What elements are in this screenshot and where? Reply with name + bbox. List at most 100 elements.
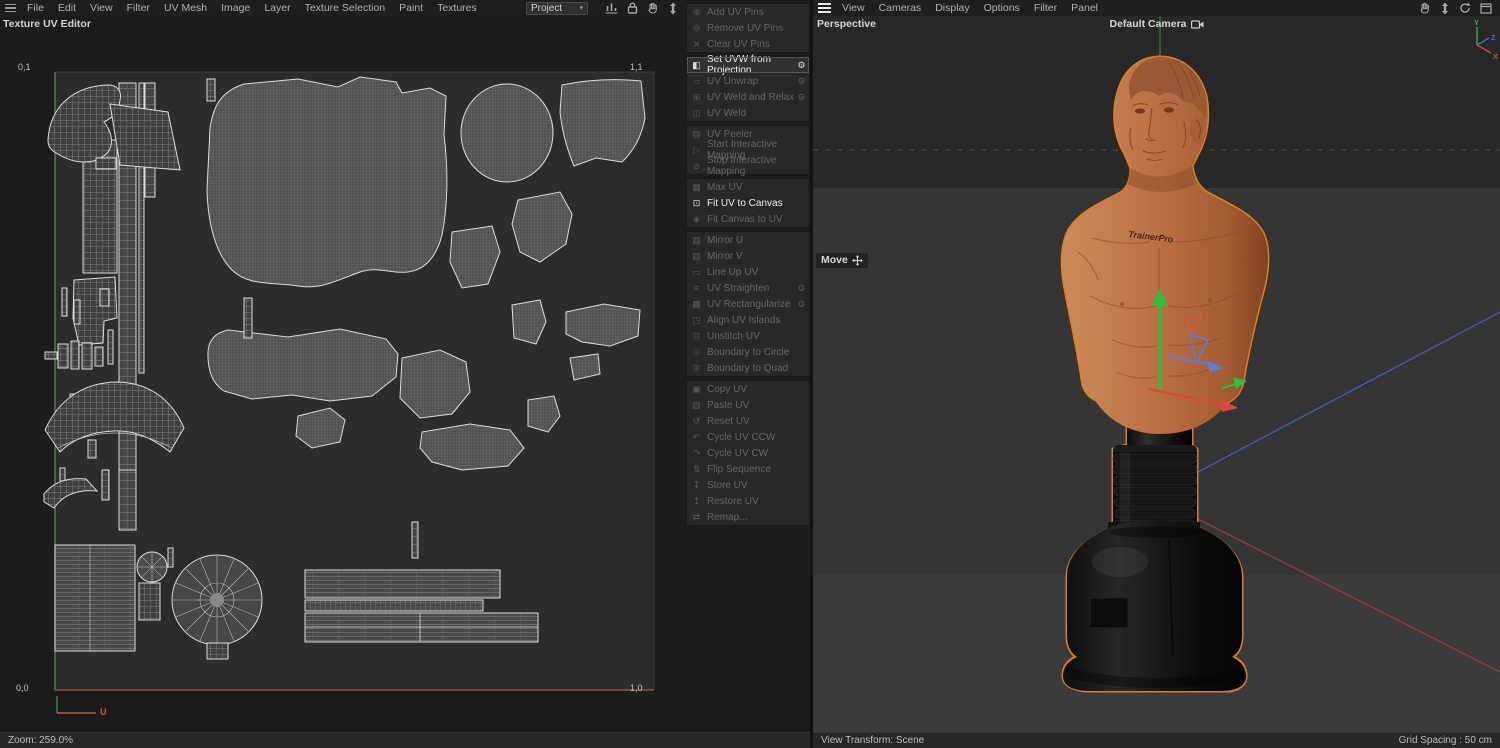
- menu-item-view[interactable]: View: [835, 2, 872, 14]
- cmd-set-uvw-from-projection[interactable]: ◧Set UVW from Projection⚙: [687, 57, 809, 73]
- cmd-label: Remove UV Pins: [703, 23, 807, 34]
- boundary-circle-icon: ⊙: [690, 347, 703, 358]
- viewport-statusbar: View Transform: Scene Grid Spacing : 50 …: [813, 732, 1500, 748]
- cmd-flip-sequence[interactable]: ⇅Flip Sequence: [687, 461, 809, 477]
- cmd-label: Fit Canvas to UV: [703, 214, 807, 225]
- cmd-remove-uv-pins[interactable]: ⊖Remove UV Pins: [687, 20, 809, 36]
- zoom-vertical-icon[interactable]: [1440, 2, 1450, 15]
- pan-vertical-icon[interactable]: [668, 2, 678, 15]
- cmd-label: Paste UV: [703, 400, 807, 411]
- viewport-menu-items: ViewCamerasDisplayOptionsFilterPanel: [835, 2, 1105, 14]
- hamburger-menu-icon[interactable]: [818, 3, 831, 13]
- menu-item-view[interactable]: View: [83, 2, 120, 14]
- cmd-restore-uv[interactable]: ↥Restore UV: [687, 493, 809, 509]
- camera-label[interactable]: Default Camera: [1109, 18, 1203, 30]
- cmd-uv-unwrap[interactable]: ▱UV Unwrap⚙: [687, 73, 809, 89]
- hand-icon[interactable]: [647, 2, 659, 14]
- gear-icon[interactable]: ⚙: [796, 299, 807, 310]
- cmd-add-uv-pins[interactable]: ⊕Add UV Pins: [687, 4, 809, 20]
- lock-icon[interactable]: [627, 2, 638, 14]
- menu-item-edit[interactable]: Edit: [51, 2, 83, 14]
- uv-corner-top-right: 1,1: [630, 62, 643, 72]
- cmd-mirror-u[interactable]: ▥Mirror U: [687, 232, 809, 248]
- cmd-fit-uv-to-canvas[interactable]: ⊡Fit UV to Canvas: [687, 195, 809, 211]
- cmd-paste-uv[interactable]: ▧Paste UV: [687, 397, 809, 413]
- cmd-uv-weld[interactable]: ◫UV Weld: [687, 105, 809, 121]
- store-uv-icon: ↧: [690, 480, 703, 491]
- cmd-boundary-to-circle[interactable]: ⊙Boundary to Circle: [687, 344, 809, 360]
- menu-item-options[interactable]: Options: [977, 2, 1027, 14]
- max-uv-icon: ▦: [690, 182, 703, 193]
- active-tool-label: Move: [816, 253, 868, 268]
- uv-island-torso-front[interactable]: [207, 77, 447, 287]
- cmd-mirror-v[interactable]: ▤Mirror V: [687, 248, 809, 264]
- fit-uv-canvas-icon: ⊡: [690, 198, 703, 209]
- uv-island-torso-back[interactable]: [208, 329, 398, 401]
- menu-item-filter[interactable]: Filter: [1027, 2, 1064, 14]
- cmd-align-uv-islands[interactable]: ◳Align UV Islands: [687, 312, 809, 328]
- cmd-boundary-to-quad[interactable]: ⊞Boundary to Quad: [687, 360, 809, 376]
- chevron-down-icon: ▾: [579, 4, 583, 12]
- line-up-uv-icon: ▭: [690, 267, 703, 278]
- cmd-uv-weld-and-relax[interactable]: ⊞UV Weld and Relax⚙: [687, 89, 809, 105]
- cmd-fit-canvas-to-uv[interactable]: ◈Fit Canvas to UV: [687, 211, 809, 227]
- menu-item-paint[interactable]: Paint: [392, 2, 430, 14]
- menu-item-display[interactable]: Display: [928, 2, 976, 14]
- cmd-label: Line Up UV: [703, 267, 807, 278]
- menu-item-textures[interactable]: Textures: [430, 2, 484, 14]
- menu-item-filter[interactable]: Filter: [120, 2, 157, 14]
- maximize-view-icon[interactable]: [1480, 3, 1492, 14]
- paste-uv-icon: ▧: [690, 400, 703, 411]
- gear-icon[interactable]: ⚙: [796, 76, 807, 87]
- cmd-label: Set UVW from Projection: [703, 54, 796, 76]
- uv-viewport[interactable]: 0,1 1,1 0,0 1,0 U: [0, 30, 686, 732]
- cmd-uv-rectangularize[interactable]: ▦UV Rectangularize⚙: [687, 296, 809, 312]
- gear-icon[interactable]: ⚙: [796, 92, 807, 103]
- cmd-unstitch-uv[interactable]: ⊟Unstitch UV: [687, 328, 809, 344]
- project-dropdown-value: Project: [531, 3, 562, 14]
- cmd-line-up-uv[interactable]: ▭Line Up UV: [687, 264, 809, 280]
- gear-icon[interactable]: ⚙: [796, 283, 807, 294]
- fit-canvas-uv-icon: ◈: [690, 214, 703, 225]
- cmd-label: Unstitch UV: [703, 331, 807, 342]
- set-uvw-projection-icon: ◧: [690, 60, 703, 71]
- menu-item-layer[interactable]: Layer: [257, 2, 297, 14]
- tool-label-text: Move: [821, 254, 848, 266]
- align-islands-icon: ◳: [690, 315, 703, 326]
- uv-corner-bottom-left: 0,0: [16, 683, 29, 693]
- cmd-remap-[interactable]: ⇄Remap...: [687, 509, 809, 525]
- menu-item-cameras[interactable]: Cameras: [872, 2, 929, 14]
- cmd-stop-interactive-mapping[interactable]: ⊘Stop Interactive Mapping: [687, 158, 809, 174]
- uv-island-ring-strip[interactable]: [305, 570, 500, 598]
- uv-island-head-top[interactable]: [461, 84, 553, 182]
- orbit-icon[interactable]: [1459, 2, 1471, 14]
- cmd-cycle-uv-ccw[interactable]: ↶Cycle UV CCW: [687, 429, 809, 445]
- uv-command-panel: ⊕Add UV Pins⊖Remove UV Pins✕Clear UV Pin…: [686, 0, 810, 748]
- viewport-3d[interactable]: TrainerPro: [813, 16, 1500, 732]
- uv-island-striped-sheet[interactable]: [55, 545, 135, 651]
- uv-editor-menubar: FileEditViewFilterUV MeshImageLayerTextu…: [0, 0, 686, 16]
- cmd-clear-uv-pins[interactable]: ✕Clear UV Pins: [687, 36, 809, 52]
- cmd-cycle-uv-cw[interactable]: ↷Cycle UV CW: [687, 445, 809, 461]
- project-dropdown[interactable]: Project ▾: [526, 2, 588, 15]
- cmd-label: UV Weld and Relax: [703, 92, 796, 103]
- menu-item-image[interactable]: Image: [214, 2, 257, 14]
- gear-icon[interactable]: ⚙: [796, 60, 807, 71]
- cmd-reset-uv[interactable]: ↺Reset UV: [687, 413, 809, 429]
- viewport-projection-label[interactable]: Perspective: [817, 18, 876, 30]
- histogram-icon[interactable]: [605, 2, 618, 14]
- cmd-label: Cycle UV CCW: [703, 432, 807, 443]
- cmd-copy-uv[interactable]: ▣Copy UV: [687, 381, 809, 397]
- hand-icon[interactable]: [1419, 2, 1431, 14]
- uv-corner-top-left: 0,1: [18, 62, 31, 72]
- menu-item-texture-selection[interactable]: Texture Selection: [298, 2, 393, 14]
- cmd-store-uv[interactable]: ↧Store UV: [687, 477, 809, 493]
- menu-item-uv-mesh[interactable]: UV Mesh: [157, 2, 214, 14]
- cmd-label: Store UV: [703, 480, 807, 491]
- menu-item-file[interactable]: File: [20, 2, 51, 14]
- cmd-uv-straighten[interactable]: ≡UV Straighten⚙: [687, 280, 809, 296]
- menu-item-panel[interactable]: Panel: [1064, 2, 1105, 14]
- uv-corner-bottom-right: 1,0: [630, 683, 643, 693]
- hamburger-menu-icon[interactable]: [5, 4, 16, 13]
- cmd-max-uv[interactable]: ▦Max UV: [687, 179, 809, 195]
